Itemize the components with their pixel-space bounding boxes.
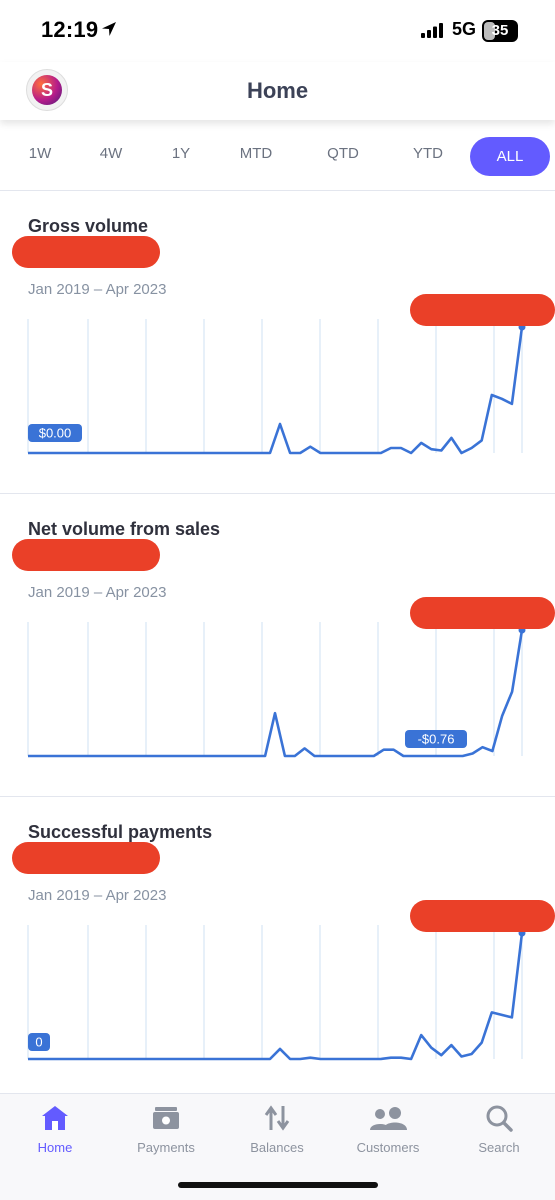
tab-qtd[interactable]: QTD <box>327 145 359 162</box>
value-badge-label: $0.00 <box>39 426 72 441</box>
series-line <box>28 932 524 1061</box>
battery-level: 35 <box>491 22 509 39</box>
successful-payments-card[interactable]: Successful payments Jan 2019 – Apr 2023 … <box>0 797 555 1100</box>
signal-icon <box>421 23 445 43</box>
redacted-peak-value <box>410 900 555 932</box>
balances-arrows-icon <box>264 1105 290 1131</box>
battery-icon: 35 <box>482 20 518 42</box>
nav-home-label: Home <box>37 1140 73 1155</box>
tab-ytd[interactable]: YTD <box>413 145 443 162</box>
card-title: Net volume from sales <box>28 519 221 539</box>
network-type: 5G <box>452 19 477 39</box>
nav-home[interactable]: Home <box>0 1104 110 1155</box>
value-badge-label: -$0.76 <box>418 732 455 747</box>
page-title: Home <box>246 78 309 103</box>
app-header: S Home <box>0 62 555 120</box>
payments-icon <box>153 1107 179 1129</box>
value-badge-label: 0 <box>35 1035 42 1050</box>
status-bar: 12:19 5G 35 <box>0 0 555 62</box>
card-title: Gross volume <box>28 216 149 236</box>
customers-icon <box>370 1107 407 1130</box>
card-title: Successful payments <box>28 822 213 842</box>
tab-all-label: ALL <box>496 148 524 165</box>
nav-customers[interactable]: Customers <box>333 1104 443 1155</box>
nav-balances[interactable]: Balances <box>222 1104 332 1155</box>
home-icon <box>42 1106 68 1130</box>
tab-4w[interactable]: 4W <box>100 145 123 162</box>
nav-search-label: Search <box>478 1140 520 1155</box>
search-icon <box>486 1105 513 1132</box>
value-badge: $0.00 <box>28 424 82 442</box>
tab-all[interactable]: ALL <box>470 137 550 176</box>
redacted-amount <box>12 842 160 874</box>
nav-customers-label: Customers <box>356 1140 420 1155</box>
nav-balances-label: Balances <box>250 1140 304 1155</box>
home-indicator <box>178 1182 378 1188</box>
redacted-peak-value <box>410 294 555 326</box>
value-badge: 0 <box>28 1033 50 1051</box>
nav-payments[interactable]: Payments <box>111 1104 221 1155</box>
redacted-peak-value <box>410 597 555 629</box>
status-time: 12:19 <box>41 17 99 42</box>
tab-1y[interactable]: 1Y <box>172 145 190 162</box>
tab-mtd[interactable]: MTD <box>240 145 273 162</box>
net-volume-card[interactable]: Net volume from sales Jan 2019 – Apr 202… <box>0 494 555 797</box>
tab-1w[interactable]: 1W <box>29 145 52 162</box>
date-range-tabs: 1W 4W 1Y MTD QTD YTD ALL <box>0 120 555 191</box>
redacted-amount <box>12 539 160 571</box>
series-line <box>28 326 524 455</box>
nav-payments-label: Payments <box>137 1140 195 1155</box>
location-arrow-icon <box>100 20 118 43</box>
gross-volume-card[interactable]: Gross volume Jan 2019 – Apr 2023 $0.00 <box>0 191 555 494</box>
redacted-amount <box>12 236 160 268</box>
nav-search[interactable]: Search <box>444 1104 554 1155</box>
value-badge: -$0.76 <box>405 730 467 748</box>
